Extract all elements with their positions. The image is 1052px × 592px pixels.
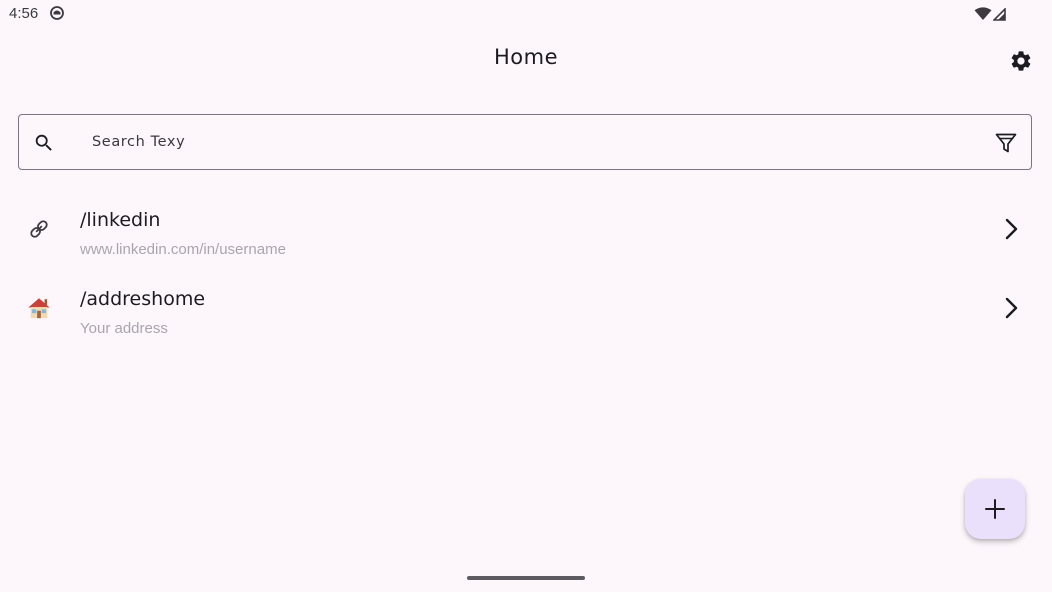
search-icon xyxy=(35,134,52,151)
chevron-right-icon xyxy=(1005,218,1018,240)
filter-icon xyxy=(995,133,1017,153)
link-icon xyxy=(27,217,51,241)
gesture-nav-handle[interactable] xyxy=(467,576,585,580)
plus-icon xyxy=(985,499,1005,519)
search-field[interactable] xyxy=(18,114,1032,170)
page-title: Home xyxy=(493,45,558,69)
snippet-list: /linkedin www.linkedin.com/in/username /… xyxy=(0,190,1052,348)
status-bar: 4:56 xyxy=(0,0,1052,28)
list-item-subtitle: Your address xyxy=(80,320,168,337)
house-icon xyxy=(27,296,51,320)
list-item-title: /linkedin xyxy=(80,209,161,231)
status-icons xyxy=(974,6,1006,22)
notification-app-icon xyxy=(50,6,64,20)
settings-button[interactable] xyxy=(1006,46,1036,76)
list-item-addreshome[interactable]: /addreshome Your address xyxy=(0,269,1052,348)
wifi-icon xyxy=(974,7,992,20)
chevron-right-icon xyxy=(1005,297,1018,319)
gear-icon xyxy=(1011,51,1031,71)
filter-button[interactable] xyxy=(993,130,1019,156)
list-item-title: /addreshome xyxy=(80,288,206,310)
search-input[interactable] xyxy=(92,127,972,157)
add-snippet-button[interactable] xyxy=(965,479,1025,539)
list-item-subtitle: www.linkedin.com/in/username xyxy=(80,241,286,258)
list-item-linkedin[interactable]: /linkedin www.linkedin.com/in/username xyxy=(0,190,1052,269)
status-time: 4:56 xyxy=(9,5,39,22)
cell-signal-icon xyxy=(993,8,1006,21)
